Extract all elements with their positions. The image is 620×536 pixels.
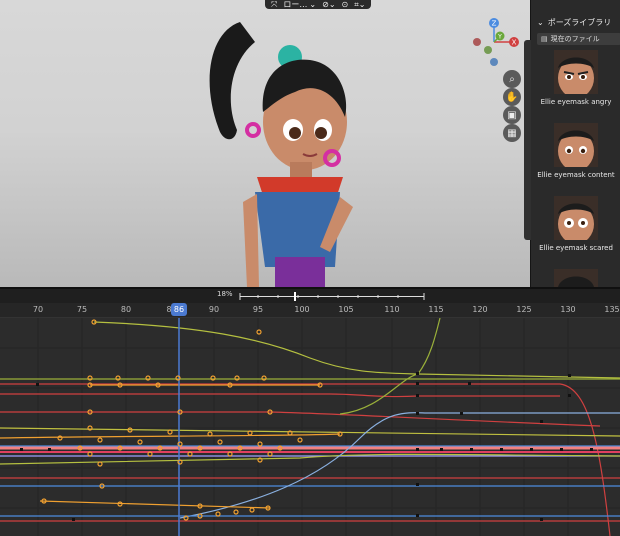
- timeline-scrubber[interactable]: [238, 292, 426, 301]
- graph-editor-curves[interactable]: [0, 318, 620, 536]
- frame-tick: 80: [120, 305, 132, 314]
- navigation-gizmo[interactable]: Z Y X: [470, 16, 526, 68]
- frame-tick: 100: [294, 305, 310, 314]
- filter-label: 現在のファイル: [550, 35, 600, 43]
- chevron-down-icon: ⌄: [537, 17, 544, 27]
- current-frame-indicator[interactable]: 86: [171, 303, 187, 316]
- transform-icon[interactable]: ⤧: [271, 0, 277, 10]
- axis-y-label: Y: [497, 34, 502, 41]
- pose-thumbnail: [554, 50, 598, 94]
- mode-label: ロー…: [283, 0, 308, 9]
- 3d-viewport[interactable]: ⤧ ロー… ⌄ ⊘⌄ ⊙ ⌗⌄ Z Y X ⌕ ✋ ▣ ▦: [0, 0, 530, 287]
- sidebar-tab[interactable]: [524, 40, 531, 240]
- frame-tick: 130: [560, 305, 576, 314]
- file-icon: ▤: [541, 35, 548, 43]
- zoom-percent: 18%: [217, 290, 233, 298]
- pose-item[interactable]: Ellie eyemask scared: [531, 196, 620, 252]
- library-filter-dropdown[interactable]: ▤ 現在のファイル: [537, 33, 620, 45]
- frame-tick: 70: [32, 305, 44, 314]
- pan-hand-icon[interactable]: ✋: [503, 88, 521, 106]
- pose-item[interactable]: [531, 269, 620, 287]
- pose-library-header[interactable]: ⌄ ポーズライブラリ: [531, 13, 620, 31]
- frame-tick: 110: [384, 305, 400, 314]
- pose-item[interactable]: Ellie eyemask angry: [531, 50, 620, 106]
- pose-label: Ellie eyemask content: [537, 171, 615, 179]
- frame-tick: 105: [338, 305, 354, 314]
- pose-label: Ellie eyemask angry: [540, 98, 612, 106]
- viewport-header: ⤧ ロー… ⌄ ⊘⌄ ⊙ ⌗⌄: [265, 0, 372, 10]
- pose-thumbnail: [554, 269, 598, 287]
- frame-tick: 120: [472, 305, 488, 314]
- mode-dropdown[interactable]: ロー… ⌄: [283, 0, 316, 10]
- character-render: [209, 22, 353, 287]
- frame-ruler[interactable]: 70 75 80 8 90 95 100 105 110 115 120 125…: [0, 303, 620, 318]
- grid-icon[interactable]: ▦: [503, 124, 521, 142]
- frame-tick: 135: [604, 305, 620, 314]
- axis-x-label: X: [512, 39, 517, 47]
- chevron-down-icon: ⌄: [309, 0, 317, 9]
- frame-tick: 90: [208, 305, 220, 314]
- pose-label: Ellie eyemask scared: [539, 244, 613, 252]
- pose-item[interactable]: Ellie eyemask content: [531, 123, 620, 179]
- frame-tick: 75: [76, 305, 88, 314]
- frame-tick: 125: [516, 305, 532, 314]
- pose-thumbnail: [554, 123, 598, 167]
- timeline-header: 18%: [0, 289, 620, 303]
- link-icon[interactable]: ⊘⌄: [322, 0, 335, 9]
- frame-tick: 95: [252, 305, 264, 314]
- gizmo-icon[interactable]: ⌗⌄: [354, 0, 365, 10]
- zoom-icon[interactable]: ⌕: [503, 70, 521, 88]
- frame-tick: 115: [428, 305, 444, 314]
- pose-library-title: ポーズライブラリ: [547, 17, 612, 27]
- camera-icon[interactable]: ▣: [503, 106, 521, 124]
- axis-z-label: Z: [492, 20, 497, 28]
- pose-library-sidebar: ⌄ ポーズライブラリ ▤ 現在のファイル Ellie eyemask angry…: [524, 0, 620, 287]
- overlay-icon[interactable]: ⊙: [342, 0, 349, 9]
- pose-thumbnail: [554, 196, 598, 240]
